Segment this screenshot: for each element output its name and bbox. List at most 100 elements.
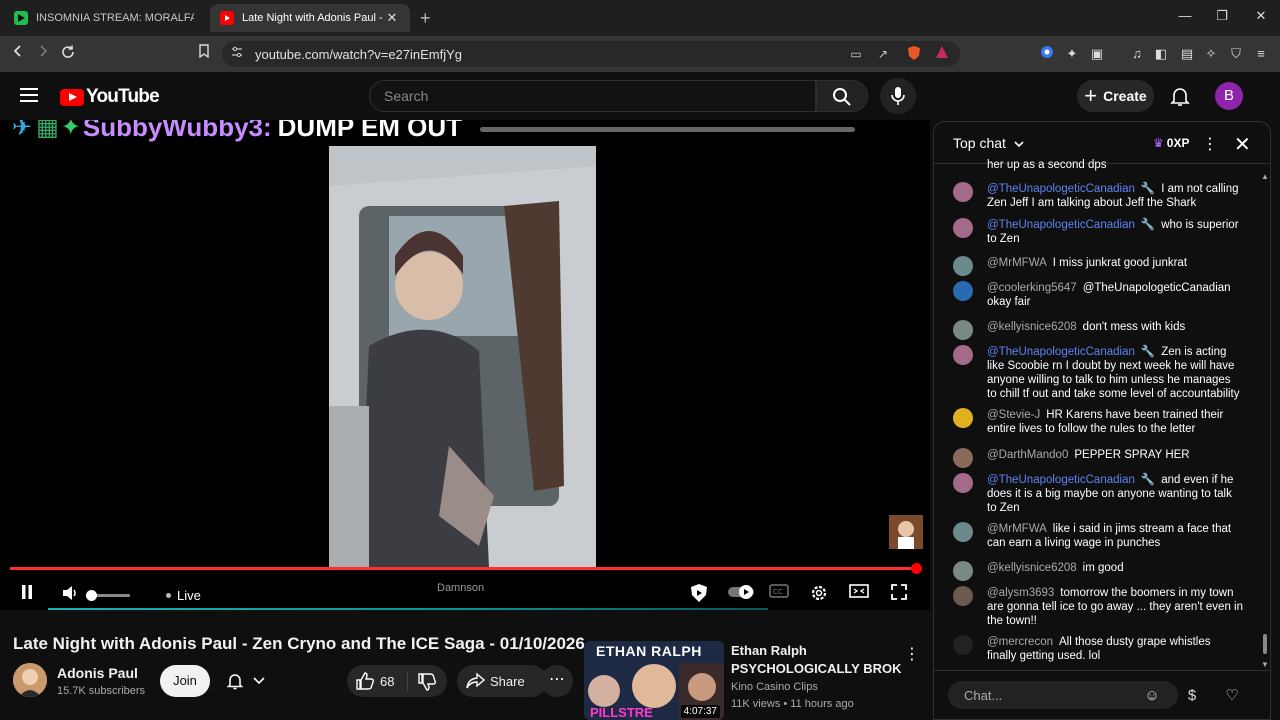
video-player[interactable]: ✈ ▦ ✦ SubbyWubby3: DUMP EM OUT Live Damn… <box>0 120 930 610</box>
chat-menu-icon[interactable]: ⋮ <box>1202 134 1218 154</box>
forward-icon[interactable] <box>33 44 53 64</box>
chat-avatar[interactable] <box>953 473 973 493</box>
brave-shield-icon[interactable] <box>905 45 923 63</box>
account-avatar[interactable]: B <box>1215 82 1243 110</box>
xp-badge[interactable]: ♛ 0XP <box>1147 133 1195 153</box>
live-indicator[interactable]: Live <box>166 588 201 603</box>
search-button[interactable] <box>816 80 868 112</box>
progress-scrubber[interactable] <box>911 563 922 574</box>
vpn-icon[interactable] <box>1038 45 1056 63</box>
youtube-logo[interactable]: YouTube <box>60 86 160 108</box>
close-tab-icon[interactable]: ✕ <box>384 10 400 26</box>
maximize-icon[interactable]: ❐ <box>1212 8 1232 24</box>
search-input[interactable] <box>370 81 815 111</box>
create-button[interactable]: + Create <box>1077 80 1154 112</box>
chat-avatar[interactable] <box>953 320 973 340</box>
join-button[interactable]: Join <box>160 665 210 697</box>
wallet-icon[interactable]: ▣ <box>1088 45 1106 63</box>
dislike-icon[interactable] <box>417 673 437 691</box>
close-window-icon[interactable]: ✕ <box>1251 8 1271 24</box>
chat-avatar[interactable] <box>953 345 973 365</box>
chat-avatar[interactable] <box>953 182 973 202</box>
progress-bar[interactable] <box>10 567 920 570</box>
menu-icon[interactable]: ≡ <box>1252 45 1270 63</box>
like-icon[interactable] <box>355 672 375 690</box>
share-button[interactable]: Share <box>457 665 547 697</box>
theater-mode-button[interactable] <box>847 583 871 607</box>
message-author[interactable]: @MrMFWA <box>987 523 1047 535</box>
chat-scrollbar-thumb[interactable] <box>1263 634 1267 654</box>
site-info-icon[interactable] <box>228 45 246 63</box>
message-author[interactable]: @TheUnapologeticCanadian <box>987 474 1135 486</box>
chat-avatar[interactable] <box>953 635 973 655</box>
recommended-thumbnail[interactable]: PILLSTRE ETHAN RALPH 4:07:37 <box>584 641 724 720</box>
chat-avatar[interactable] <box>953 281 973 301</box>
message-author[interactable]: @alysm3693 <box>987 587 1054 599</box>
new-tab-icon[interactable]: + <box>420 8 431 29</box>
chat-avatar[interactable] <box>953 448 973 468</box>
browser-tab-youtube[interactable]: Late Night with Adonis Paul - Ze ✕ <box>210 4 410 32</box>
share-label: Share <box>490 674 525 689</box>
top-chat-dropdown[interactable]: Top chat <box>953 135 1024 151</box>
sidebar-icon[interactable]: ◧ <box>1152 45 1170 63</box>
message-author[interactable]: @kellyisnice6208 <box>987 562 1077 574</box>
message-author[interactable]: @TheUnapologeticCanadian <box>987 183 1135 195</box>
chat-avatar[interactable] <box>953 522 973 542</box>
recommended-channel-title[interactable]: Ethan Ralph <box>731 643 807 658</box>
media-icon[interactable]: ♫ <box>1128 45 1146 63</box>
chat-avatar[interactable] <box>953 218 973 238</box>
extensions-icon[interactable]: ✦ <box>1063 45 1081 63</box>
volume-knob[interactable] <box>86 590 97 601</box>
recommended-menu-icon[interactable]: ⋮ <box>904 644 920 664</box>
super-chat-icon[interactable]: $ <box>1182 686 1202 706</box>
bookmark-icon[interactable] <box>194 44 214 64</box>
mute-button[interactable] <box>58 583 82 607</box>
recommended-title[interactable]: PSYCHOLOGICALLY BROKEN ... <box>731 661 901 676</box>
heart-icon[interactable]: ♡ <box>1222 686 1242 706</box>
recommended-channel[interactable]: Kino Casino Clips <box>731 681 818 693</box>
address-bar[interactable]: youtube.com/watch?v=e27inEmfjYg ▭ ↗ <box>222 41 960 67</box>
captions-button[interactable]: CC <box>767 583 791 607</box>
cast-icon[interactable]: ▭ <box>847 45 865 63</box>
crown-icon: ♛ <box>1153 136 1164 150</box>
message-author[interactable]: @coolerking5647 <box>987 282 1077 294</box>
video-duration: 4:07:37 <box>680 705 720 718</box>
autoplay-toggle[interactable] <box>727 583 755 607</box>
minimize-icon[interactable]: — <box>1175 8 1195 23</box>
chat-avatar[interactable] <box>953 256 973 276</box>
leo-ai-icon[interactable]: ✧ <box>1202 45 1220 63</box>
subscription-notifications-button[interactable] <box>221 665 271 697</box>
scroll-up-icon[interactable]: ▲ <box>1261 172 1269 181</box>
more-actions-button[interactable]: ⋯ <box>541 665 573 697</box>
url-text: youtube.com/watch?v=e27inEmfjYg <box>255 47 463 62</box>
channel-avatar[interactable] <box>13 663 47 697</box>
settings-button[interactable] <box>807 583 831 607</box>
message-author[interactable]: @MrMFWA <box>987 257 1047 269</box>
message-author[interactable]: @DarthMando0 <box>987 449 1068 461</box>
vpn-shield-icon[interactable]: ⛉ <box>1227 45 1245 63</box>
reload-icon[interactable] <box>58 44 78 64</box>
notifications-bell-icon[interactable] <box>1168 84 1192 108</box>
channel-name[interactable]: Adonis Paul <box>57 665 138 681</box>
chat-avatar[interactable] <box>953 408 973 428</box>
message-author[interactable]: @kellyisnice6208 <box>987 321 1077 333</box>
message-author[interactable]: @mercrecon <box>987 636 1053 648</box>
fullscreen-button[interactable] <box>887 583 911 607</box>
message-author[interactable]: @TheUnapologeticCanadian <box>987 219 1135 231</box>
message-author[interactable]: @Stevie-J <box>987 409 1040 421</box>
close-chat-icon[interactable]: ✕ <box>1234 132 1251 157</box>
wallet-2-icon[interactable]: ▤ <box>1178 45 1196 63</box>
browser-tab-insomnia[interactable]: INSOMNIA STREAM: MORALFAG EDI <box>4 4 204 32</box>
pause-button[interactable] <box>15 583 39 607</box>
guide-menu-icon[interactable] <box>20 88 38 102</box>
emoji-icon[interactable]: ☺ <box>1142 686 1162 706</box>
chat-avatar[interactable] <box>953 561 973 581</box>
share-page-icon[interactable]: ↗ <box>874 45 892 63</box>
brave-rewards-icon[interactable] <box>933 45 951 63</box>
chat-avatar[interactable] <box>953 586 973 606</box>
back-icon[interactable] <box>8 44 28 64</box>
voice-search-button[interactable] <box>880 78 916 114</box>
message-author[interactable]: @TheUnapologeticCanadian <box>987 346 1135 358</box>
sponsorblock-button[interactable] <box>687 583 711 607</box>
scroll-down-icon[interactable]: ▼ <box>1261 660 1269 669</box>
